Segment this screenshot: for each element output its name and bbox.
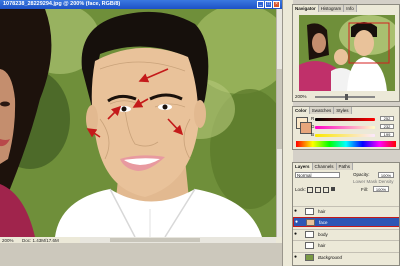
blue-value[interactable]: 199 bbox=[380, 132, 394, 137]
color-spectrum-bar[interactable] bbox=[296, 141, 396, 147]
green-slider[interactable] bbox=[315, 126, 375, 129]
eye-icon[interactable]: ● bbox=[294, 232, 299, 237]
layer-row-hair-2[interactable]: ● hair bbox=[293, 240, 399, 250]
tab-histogram[interactable]: Histogram bbox=[318, 5, 345, 12]
close-button[interactable]: × bbox=[273, 1, 280, 8]
layer-name: hair bbox=[318, 209, 326, 214]
channel-label-g: G bbox=[311, 124, 315, 129]
eye-icon[interactable]: ● bbox=[294, 209, 299, 214]
image-canvas[interactable] bbox=[0, 9, 276, 237]
maximize-button[interactable]: □ bbox=[265, 1, 272, 8]
tab-layers[interactable]: Layers bbox=[293, 163, 313, 170]
minimize-button[interactable]: _ bbox=[257, 1, 264, 8]
workspace-background bbox=[0, 243, 282, 266]
color-panel: Color Swatches Styles R 252 G 232 B 199 bbox=[292, 106, 400, 150]
document-titlebar[interactable]: 1078238_28229294.jpg @ 200% (face, RGB/8… bbox=[0, 0, 282, 9]
tab-paths[interactable]: Paths bbox=[336, 163, 354, 170]
channel-label-r: R bbox=[311, 116, 315, 121]
blue-slider[interactable] bbox=[315, 134, 375, 137]
layer-name: Background bbox=[318, 255, 343, 260]
green-value[interactable]: 232 bbox=[380, 124, 394, 129]
layers-list: ● hair ● face ● body ● hair ● Background bbox=[293, 193, 399, 265]
layer-row-body[interactable]: ● body bbox=[293, 229, 399, 239]
navigator-panel: Navigator Histogram Info 200% bbox=[292, 4, 400, 102]
eye-icon[interactable]: ● bbox=[294, 243, 299, 248]
blend-mode-select[interactable]: Normal bbox=[295, 172, 340, 178]
fill-input[interactable]: 100% bbox=[373, 186, 389, 192]
layer-row-hair[interactable]: ● hair bbox=[293, 206, 399, 216]
zoom-readout[interactable]: 200% bbox=[2, 238, 14, 243]
lock-all-icon[interactable] bbox=[331, 187, 335, 191]
layer-row-background[interactable]: ● Background bbox=[293, 252, 399, 262]
navigator-thumbnail[interactable] bbox=[299, 15, 395, 91]
document-title: 1078238_28229294.jpg @ 200% (face, RGB/8… bbox=[3, 1, 121, 7]
tab-info[interactable]: Info bbox=[344, 5, 357, 12]
eye-icon[interactable]: ● bbox=[295, 220, 300, 225]
layer-thumbnail bbox=[305, 231, 314, 238]
canvas-artwork bbox=[0, 9, 276, 237]
layers-panel: Layers Channels Paths Normal Opacity: 10… bbox=[292, 162, 400, 266]
layer-thumbnail bbox=[305, 242, 314, 249]
red-slider[interactable] bbox=[315, 118, 375, 121]
tab-styles[interactable]: Styles bbox=[334, 107, 352, 114]
layer-thumbnail bbox=[305, 254, 314, 261]
layer-name: hair bbox=[318, 243, 326, 248]
fill-label: Fill: bbox=[361, 187, 368, 192]
zoom-slider-handle[interactable] bbox=[345, 94, 348, 100]
tab-channels[interactable]: Channels bbox=[312, 163, 337, 170]
layer-row-face[interactable]: ● face bbox=[293, 217, 399, 227]
doc-size: Doc: 1.43M/17.6M bbox=[22, 237, 59, 243]
lock-label: Lock: bbox=[295, 187, 306, 192]
tab-color[interactable]: Color bbox=[293, 107, 310, 114]
opacity-input[interactable]: 100% bbox=[378, 172, 394, 178]
layer-name: face bbox=[319, 220, 328, 225]
eye-icon[interactable]: ● bbox=[294, 255, 299, 260]
opacity-label: Opacity: bbox=[353, 172, 370, 177]
tab-swatches[interactable]: Swatches bbox=[309, 107, 335, 114]
red-value[interactable]: 252 bbox=[380, 116, 394, 121]
mask-density-label: Lower Mask Density bbox=[353, 179, 394, 184]
layer-thumbnail bbox=[306, 219, 315, 226]
document-window: 1078238_28229294.jpg @ 200% (face, RGB/8… bbox=[0, 0, 282, 266]
channel-label-b: B bbox=[311, 132, 315, 137]
navigator-zoom-slider[interactable] bbox=[315, 94, 375, 100]
navigator-zoom[interactable]: 200% bbox=[295, 94, 307, 99]
layer-name: body bbox=[318, 232, 328, 237]
tab-navigator[interactable]: Navigator bbox=[293, 5, 319, 12]
layer-thumbnail bbox=[305, 208, 314, 215]
